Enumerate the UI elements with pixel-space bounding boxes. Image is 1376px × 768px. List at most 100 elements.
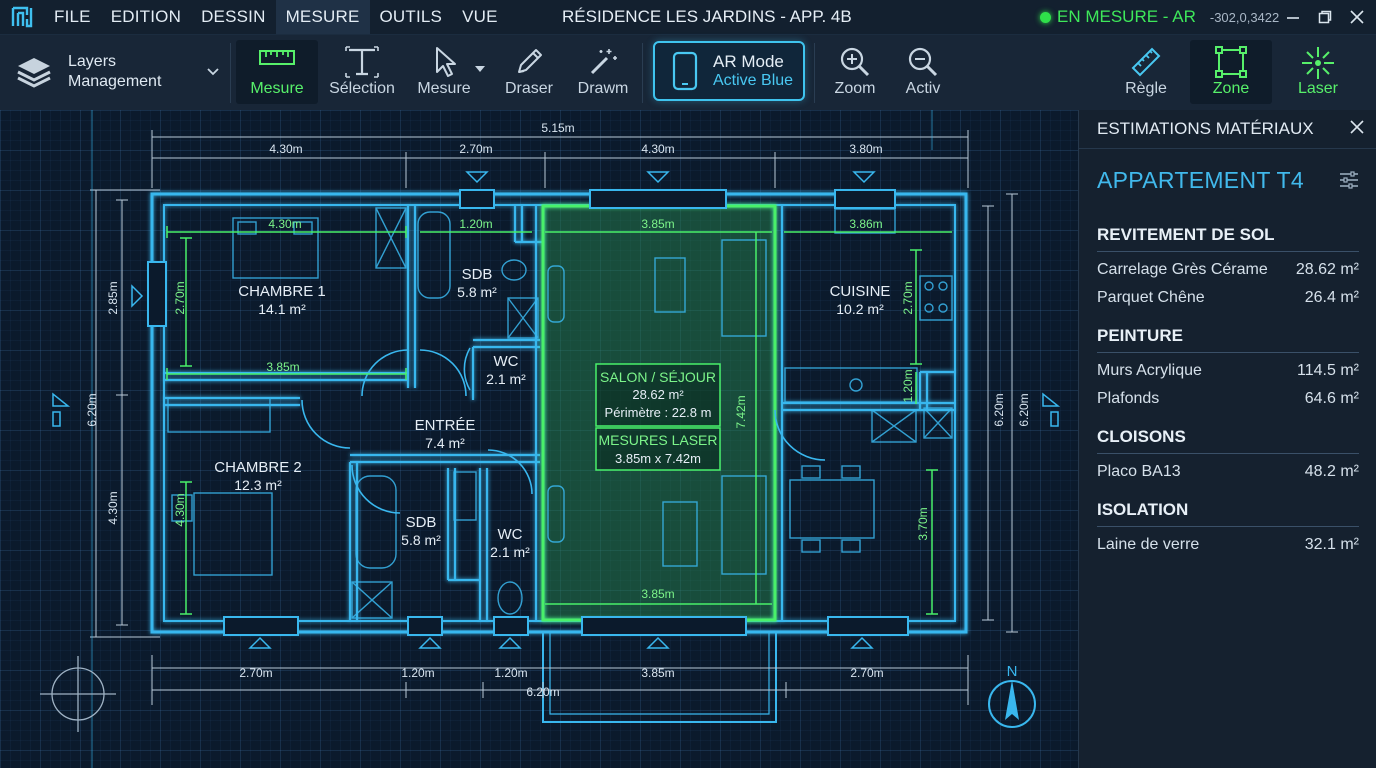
zoom-out-tool[interactable]: Activ bbox=[894, 40, 952, 104]
restore-icon bbox=[1318, 10, 1332, 24]
laser-burst-icon bbox=[1302, 47, 1334, 79]
laser-measure-box[interactable]: MESURES LASER 3.85m x 7.42m bbox=[595, 427, 721, 471]
section-revetement: REVITEMENT DE SOL Carrelage Grès Cérame … bbox=[1079, 211, 1376, 312]
activ-label: Activ bbox=[905, 80, 941, 97]
room-name: ENTRÉE bbox=[415, 417, 476, 434]
selection-tool[interactable]: Sélection bbox=[326, 40, 398, 104]
room-area: 5.8 m² bbox=[457, 284, 497, 300]
room-cuisine[interactable]: CUISINE 10.2 m² bbox=[830, 283, 891, 317]
dim-cuisine-small: 1.20m bbox=[901, 369, 915, 402]
dim-salon-top: 3.85m bbox=[641, 217, 674, 231]
dim-cuisine-lower: 3.70m bbox=[916, 507, 930, 540]
panel-header: ESTIMATIONS MATÉRIAUX bbox=[1079, 110, 1376, 149]
room-sdb-1[interactable]: SDB 5.8 m² bbox=[457, 266, 497, 300]
dim-cuisine-top: 3.86m bbox=[849, 217, 882, 231]
status-label: EN MESURE - AR bbox=[1057, 7, 1196, 26]
minimize-button[interactable] bbox=[1276, 0, 1310, 34]
material-row[interactable]: Murs Acrylique 114.5 m² bbox=[1097, 357, 1359, 385]
dim-left-lower: 4.30m bbox=[106, 491, 120, 524]
magic-wand-icon bbox=[590, 49, 617, 75]
menu-mesure[interactable]: MESURE bbox=[275, 0, 370, 34]
ruler-diagonal-icon bbox=[1131, 47, 1161, 77]
room-chambre-2[interactable]: CHAMBRE 2 12.3 m² bbox=[214, 459, 302, 493]
coordinates-readout: -302,0,3422 bbox=[1209, 9, 1280, 25]
drawm-label: Drawm bbox=[577, 80, 629, 97]
room-wc-2[interactable]: WC 2.1 m² bbox=[490, 526, 530, 560]
regle-label: Règle bbox=[1125, 80, 1167, 97]
ar-mode-toggle[interactable]: AR Mode Active Blue bbox=[653, 41, 805, 101]
close-window-button[interactable] bbox=[1340, 0, 1374, 34]
room-area: 14.1 m² bbox=[258, 301, 306, 317]
toolbar-divider bbox=[230, 43, 231, 103]
material-row[interactable]: Plafonds 64.6 m² bbox=[1097, 385, 1359, 413]
room-name: SDB bbox=[406, 514, 437, 531]
dim-left-total: 6.20m bbox=[85, 393, 99, 426]
laser-label: Laser bbox=[1297, 80, 1339, 97]
dim-top-2: 2.70m bbox=[459, 142, 492, 156]
room-name: CHAMBRE 1 bbox=[238, 283, 326, 300]
room-area: 7.4 m² bbox=[425, 435, 465, 451]
dim-cuisine-side: 2.70m bbox=[901, 281, 915, 314]
material-label: Carrelage Grès Cérame bbox=[1097, 261, 1268, 278]
section-peinture: PEINTURE Murs Acrylique 114.5 m² Plafond… bbox=[1079, 312, 1376, 413]
chevron-down-icon bbox=[207, 68, 219, 76]
dim-right-outer: 6.20m bbox=[1017, 393, 1031, 426]
zoom-in-tool[interactable]: Zoom bbox=[826, 40, 884, 104]
close-icon bbox=[1350, 120, 1364, 134]
room-entree[interactable]: ENTRÉE 7.4 m² bbox=[415, 417, 476, 451]
regle-tool[interactable]: Règle bbox=[1110, 40, 1182, 104]
material-value: 114.5 m² bbox=[1297, 362, 1359, 379]
room-wc-1[interactable]: WC 2.1 m² bbox=[486, 353, 526, 387]
floor-plan-drawing: N 5.15m 4.30m 2.70m 4.30m 3.80m 2.70m 1.… bbox=[40, 110, 1061, 768]
salon-name: SALON / SÉJOUR bbox=[600, 369, 716, 385]
mesure-active-tool[interactable]: Mesure bbox=[236, 40, 318, 104]
mesure-label: Mesure bbox=[417, 80, 471, 97]
material-label: Laine de verre bbox=[1097, 536, 1200, 553]
menu-file[interactable]: FILE bbox=[44, 0, 101, 34]
maximize-button[interactable] bbox=[1308, 0, 1342, 34]
menu-bar: FILE EDITION DESSIN MESURE OUTILS VUE RÉ… bbox=[0, 0, 1376, 35]
dim-bottom-2: 1.20m bbox=[401, 666, 434, 680]
layers-label: Layers Management bbox=[68, 53, 162, 90]
floor-plan-canvas[interactable]: N 5.15m 4.30m 2.70m 4.30m 3.80m 2.70m 1.… bbox=[0, 110, 1078, 768]
room-sdb-2[interactable]: SDB 5.8 m² bbox=[401, 514, 441, 548]
menu-vue[interactable]: VUE bbox=[452, 0, 508, 34]
material-row[interactable]: Placo BA13 48.2 m² bbox=[1097, 458, 1359, 486]
menu-outils[interactable]: OUTILS bbox=[370, 0, 453, 34]
salon-area: 28.62 m² bbox=[632, 387, 684, 402]
drawm-tool[interactable]: Drawm bbox=[574, 40, 632, 104]
material-label: Murs Acrylique bbox=[1097, 362, 1202, 379]
salon-info-box[interactable]: SALON / SÉJOUR 28.62 m² Périmètre : 22.8… bbox=[595, 363, 721, 427]
dim-sdb-top: 1.20m bbox=[459, 217, 492, 231]
material-row[interactable]: Laine de verre 32.1 m² bbox=[1097, 531, 1359, 559]
menu-dessin[interactable]: DESSIN bbox=[191, 0, 276, 34]
material-value: 26.4 m² bbox=[1304, 289, 1359, 306]
compass-icon[interactable]: N bbox=[988, 663, 1036, 728]
laser-value: 3.85m x 7.42m bbox=[615, 451, 701, 466]
draser-tool[interactable]: Draser bbox=[500, 40, 558, 104]
mesure-tool[interactable]: Mesure bbox=[408, 40, 488, 104]
room-chambre-1[interactable]: CHAMBRE 1 14.1 m² bbox=[238, 283, 326, 317]
crosshair-icon[interactable] bbox=[40, 656, 116, 732]
close-panel-button[interactable] bbox=[1349, 119, 1365, 140]
layers-icon bbox=[17, 58, 51, 88]
filter-settings-button[interactable] bbox=[1339, 171, 1359, 194]
room-area: 2.1 m² bbox=[486, 371, 526, 387]
material-value: 48.2 m² bbox=[1304, 463, 1359, 480]
windows bbox=[147, 189, 909, 636]
dim-right-inner: 6.20m bbox=[992, 393, 1006, 426]
room-area: 5.8 m² bbox=[401, 532, 441, 548]
text-cursor-icon bbox=[345, 46, 379, 78]
window-title: RÉSIDENCE LES JARDINS - APP. 4B bbox=[562, 7, 852, 26]
layers-management-dropdown[interactable]: Layers Management bbox=[14, 47, 224, 97]
pen-icon bbox=[518, 49, 542, 73]
zone-tool[interactable]: Zone bbox=[1190, 40, 1272, 104]
menu-edition[interactable]: EDITION bbox=[101, 0, 191, 34]
dim-salon-side: 7.42m bbox=[734, 395, 748, 428]
laser-tool[interactable]: Laser bbox=[1282, 40, 1354, 104]
material-row[interactable]: Parquet Chêne 26.4 m² bbox=[1097, 284, 1359, 312]
section-title: CLOISONS bbox=[1097, 413, 1359, 454]
material-row[interactable]: Carrelage Grès Cérame 28.62 m² bbox=[1097, 256, 1359, 284]
zone-label: Zone bbox=[1212, 80, 1250, 97]
minimize-icon bbox=[1287, 17, 1299, 19]
